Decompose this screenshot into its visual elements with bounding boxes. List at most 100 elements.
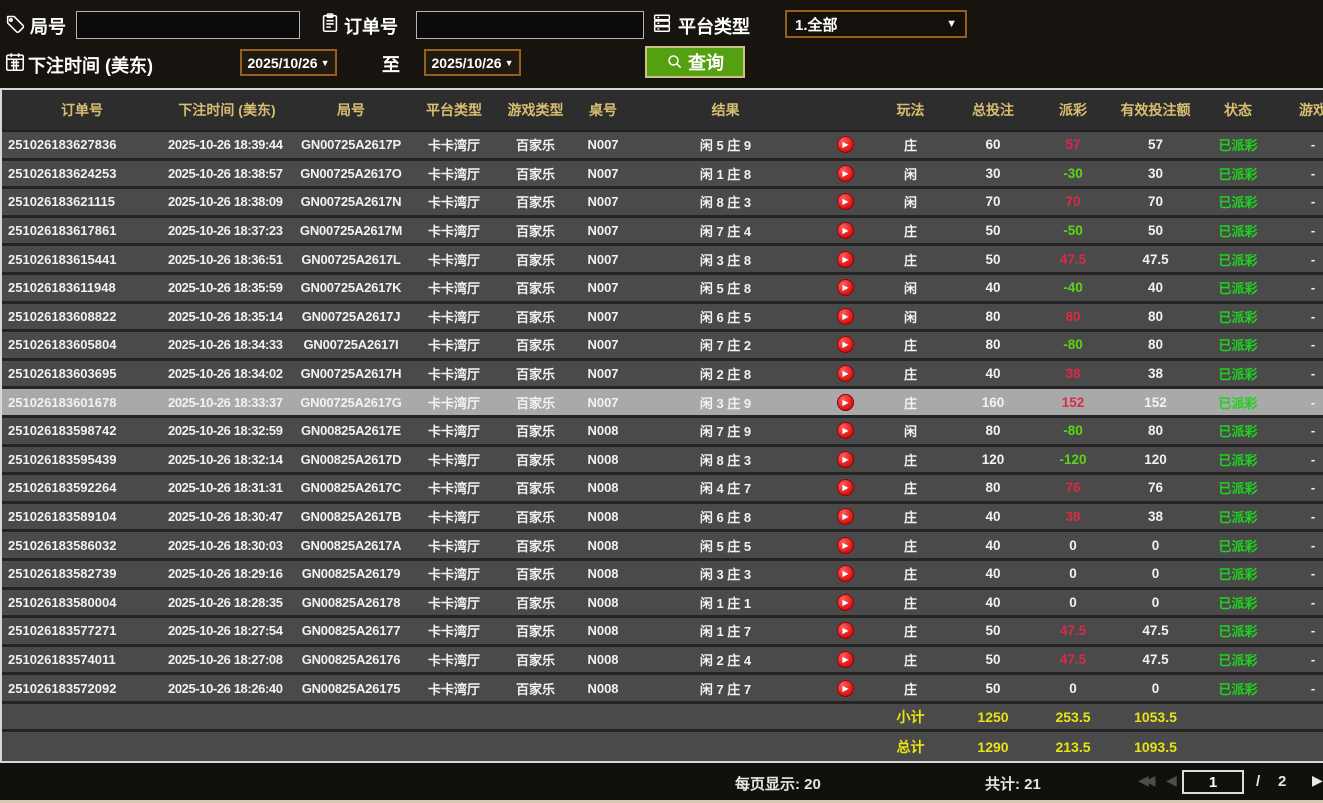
table-row[interactable]: 251026183627836 2025-10-26 18:39:44 GN0072…	[2, 132, 1323, 161]
round-no: GN00725A2617N	[300, 194, 402, 210]
table-no: N008	[587, 566, 619, 582]
bet-option: 闲	[903, 281, 917, 297]
play-video-icon[interactable]: ▶	[837, 393, 854, 411]
bet-time: 2025-10-26 18:34:33	[168, 337, 283, 353]
play-cell: ▶	[818, 189, 873, 215]
date-from-picker[interactable]: 2025/10/26 ▼	[240, 49, 337, 76]
table-row[interactable]: 251026183582739 2025-10-26 18:29:16 GN0082…	[2, 560, 1323, 590]
platform-type: 卡卡湾厅	[427, 367, 480, 383]
result: 闲 2 庄 4	[699, 652, 752, 668]
play-video-icon[interactable]: ▶	[837, 679, 854, 697]
table-row[interactable]: 251026183615441 2025-10-26 18:36:51 GN0072…	[2, 246, 1323, 275]
table-row[interactable]: 251026183617861 2025-10-26 18:37:23 GN0072…	[2, 217, 1323, 247]
status: 已派彩	[1218, 652, 1258, 668]
play-cell: ▶	[818, 475, 873, 501]
platform-type: 卡卡湾厅	[427, 166, 480, 182]
status: 已派彩	[1218, 395, 1258, 411]
table-no: N008	[587, 651, 619, 667]
result: 闲 8 庄 3	[699, 195, 752, 211]
play-video-icon[interactable]: ▶	[837, 250, 854, 268]
bet-option: 庄	[903, 395, 917, 411]
play-video-icon[interactable]: ▶	[837, 650, 854, 668]
order-input[interactable]	[416, 11, 644, 39]
game-type: 百家乐	[515, 166, 555, 182]
play-video-icon[interactable]: ▶	[837, 279, 854, 297]
table-row[interactable]: 251026183598742 2025-10-26 18:32:59 GN0082…	[2, 417, 1323, 447]
table-row[interactable]: 251026183592264 2025-10-26 18:31:31 GN0082…	[2, 475, 1323, 504]
table-row[interactable]: 251026183611948 2025-10-26 18:35:59 GN0072…	[2, 274, 1323, 304]
platform-type: 卡卡湾厅	[427, 681, 480, 697]
prev-page-button[interactable]: ◀	[1166, 772, 1177, 789]
table-no: N008	[587, 509, 619, 525]
total-bet: 50	[985, 651, 1001, 667]
play-video-icon[interactable]: ▶	[837, 536, 854, 554]
valid-bet: 120	[1144, 451, 1167, 467]
bet-time: 2025-10-26 18:38:09	[168, 194, 283, 210]
subtotal-valid-bet: 1053.5	[1134, 708, 1177, 725]
game-extra: -	[1310, 223, 1316, 239]
play-video-icon[interactable]: ▶	[837, 450, 854, 468]
first-page-button[interactable]: ◀◀	[1138, 772, 1155, 789]
bet-time: 2025-10-26 18:30:03	[168, 537, 283, 553]
result: 闲 8 庄 3	[699, 452, 752, 468]
table-row[interactable]: 251026183603695 2025-10-26 18:34:02 GN0072…	[2, 360, 1323, 390]
play-cell: ▶	[818, 304, 873, 330]
table-row[interactable]: 251026183621115 2025-10-26 18:38:09 GN0072…	[2, 189, 1323, 218]
play-video-icon[interactable]: ▶	[837, 365, 854, 383]
table-row[interactable]: 251026183605804 2025-10-26 18:34:33 GN0072…	[2, 332, 1323, 361]
column-header-12: 有效投注额	[1120, 102, 1191, 118]
payout: 0	[1069, 537, 1077, 553]
order-no: 251026183627836	[8, 137, 117, 153]
play-video-icon[interactable]: ▶	[837, 593, 854, 611]
platform-type-select[interactable]: 1.全部 ▼	[785, 10, 967, 38]
table-row[interactable]: 251026183574011 2025-10-26 18:27:08 GN0082…	[2, 646, 1323, 676]
date-to-picker[interactable]: 2025/10/26 ▼	[424, 49, 521, 76]
round-input[interactable]	[76, 11, 300, 39]
play-cell: ▶	[818, 161, 873, 187]
table-row[interactable]: 251026183586032 2025-10-26 18:30:03 GN0082…	[2, 532, 1323, 561]
next-page-button[interactable]: ▶	[1312, 772, 1323, 789]
query-button[interactable]: 查询	[645, 46, 745, 78]
game-extra: -	[1310, 566, 1316, 582]
play-cell: ▶	[818, 532, 873, 558]
table-header-row: 订单号 下注时间 (美东) 局号 平台类型 游戏类型 桌号 结果 玩法 总投注 派彩 有效投注额 状态…	[2, 90, 1323, 132]
play-video-icon[interactable]: ▶	[837, 307, 854, 325]
play-video-icon[interactable]: ▶	[837, 622, 854, 640]
play-video-icon[interactable]: ▶	[837, 164, 854, 182]
table-row[interactable]: 251026183601678 2025-10-26 18:33:37 GN0072…	[2, 389, 1323, 418]
table-row[interactable]: 251026183577271 2025-10-26 18:27:54 GN0082…	[2, 618, 1323, 647]
table-row[interactable]: 251026183608822 2025-10-26 18:35:14 GN0072…	[2, 303, 1323, 333]
table-row[interactable]: 251026183589104 2025-10-26 18:30:47 GN0082…	[2, 503, 1323, 533]
play-video-icon[interactable]: ▶	[837, 479, 854, 497]
valid-bet: 57	[1147, 137, 1164, 153]
bet-option: 庄	[903, 224, 917, 240]
game-type: 百家乐	[515, 309, 555, 325]
play-video-icon[interactable]: ▶	[837, 565, 854, 583]
play-video-icon[interactable]: ▶	[837, 193, 854, 211]
play-video-icon[interactable]: ▶	[837, 222, 854, 240]
bet-option: 庄	[903, 595, 917, 611]
table-row[interactable]: 251026183595439 2025-10-26 18:32:14 GN0082…	[2, 446, 1323, 476]
table-row[interactable]: 251026183624253 2025-10-26 18:38:57 GN0072…	[2, 160, 1323, 190]
platform-type: 卡卡湾厅	[427, 538, 480, 554]
play-video-icon[interactable]: ▶	[837, 136, 854, 154]
bet-time: 2025-10-26 18:34:02	[168, 366, 283, 382]
page-number-input[interactable]: 1	[1182, 770, 1244, 794]
column-header-4: 平台类型	[426, 102, 482, 118]
order-no: 251026183605804	[8, 337, 117, 353]
valid-bet: 47.5	[1142, 623, 1169, 639]
play-cell: ▶	[818, 447, 873, 473]
table-row[interactable]: 251026183572092 2025-10-26 18:26:40 GN0082…	[2, 675, 1323, 704]
game-type: 百家乐	[515, 367, 555, 383]
result: 闲 6 庄 8	[699, 510, 752, 526]
order-no: 251026183617861	[8, 223, 117, 239]
bet-option: 庄	[903, 510, 917, 526]
table-row[interactable]: 251026183580004 2025-10-26 18:28:35 GN0082…	[2, 589, 1323, 619]
table-no: N008	[587, 594, 619, 610]
date-to-value: 2025/10/26	[431, 54, 502, 71]
play-video-icon[interactable]: ▶	[837, 336, 854, 354]
play-video-icon[interactable]: ▶	[837, 422, 854, 440]
order-no: 251026183572092	[8, 680, 117, 696]
subtotal-payout: 253.5	[1055, 708, 1091, 725]
play-video-icon[interactable]: ▶	[837, 508, 854, 526]
